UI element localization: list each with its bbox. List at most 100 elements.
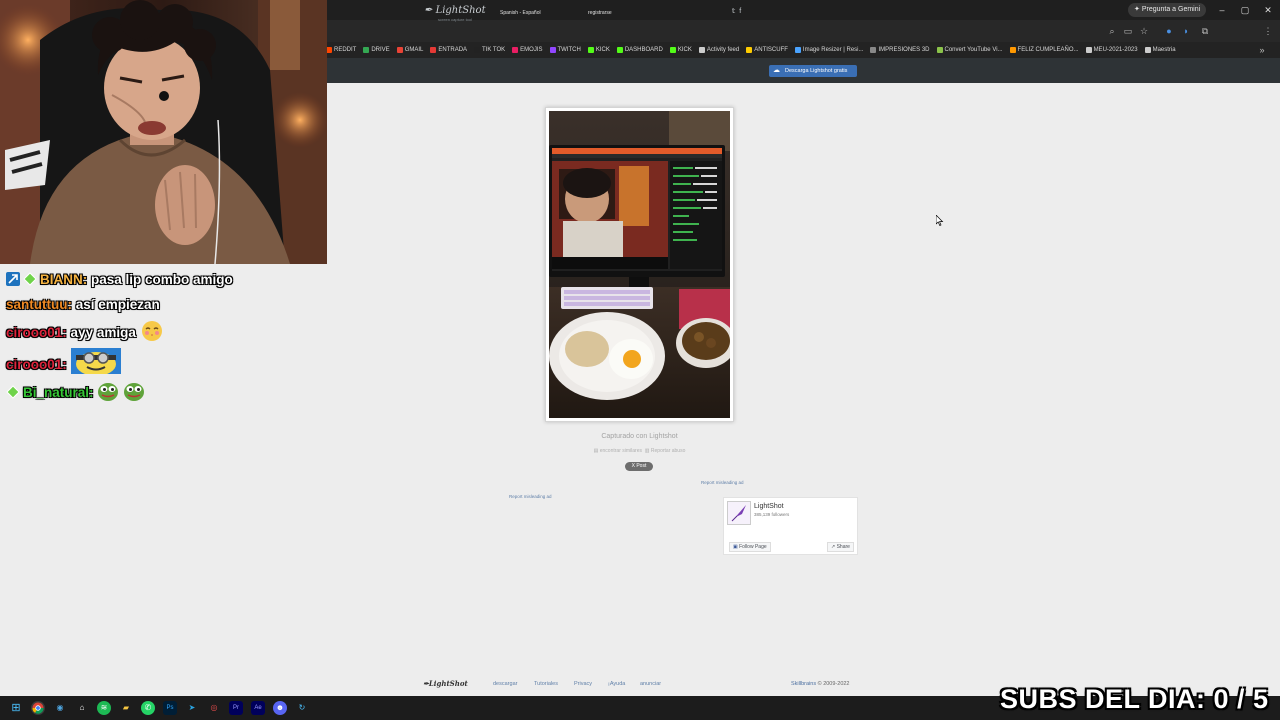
file-explorer-icon[interactable]: ▰ [119,701,133,715]
gemini-button[interactable]: ✦ Pregunta a Gemini [1128,3,1207,17]
cloud-download-icon: ☁ [773,67,780,74]
bookmark-item[interactable]: KICK [587,42,610,58]
extensions-puzzle-icon[interactable]: ⧉ [1199,25,1211,37]
obs-icon[interactable]: ◎ [207,701,221,715]
chat-message: cirooo01: [6,348,326,374]
premiere-icon[interactable]: Pr [229,701,243,715]
footer-link-help[interactable]: ¡Ayuda [608,681,625,687]
discord-icon[interactable]: ☻ [273,701,287,715]
bookmark-item[interactable]: ENTRADA [430,42,467,58]
bookmark-label: DRIVE [371,47,390,53]
audio-extension-icon[interactable]: ◗ [1180,25,1192,37]
footer-copyright: Skillbrains © 2009-2022 [791,681,850,687]
bookmark-item[interactable]: TWITCH [549,42,581,58]
bookmark-label: TWITCH [557,47,581,53]
bookmark-label: KICK [595,47,610,53]
taskview-icon[interactable]: ⌂ [75,701,89,715]
pepe-emote-icon [124,383,145,401]
maximize-button[interactable]: ▢ [1237,3,1253,17]
bookmark-item[interactable]: FELIZ CUMPLEAÑO... [1009,42,1079,58]
chat-username[interactable]: cirooo01 [6,325,62,340]
bookmark-favicon-icon [1085,47,1092,53]
minion-emote-icon [70,348,121,374]
language-select[interactable]: Spanish - Español [500,10,541,16]
fb-follow-label: Follow Page [739,544,767,550]
footer-link-download[interactable]: descargar [493,681,517,687]
fb-share-button[interactable]: ↗ Share [827,542,854,552]
bookmark-item[interactable]: Maestria [1144,42,1176,58]
telegram-icon[interactable]: ➤ [185,701,199,715]
bookmark-favicon-icon [698,47,705,53]
register-link[interactable]: registrarse [588,10,612,16]
chrome-icon[interactable] [31,701,45,715]
bookmark-label: ENTRADA [438,47,468,53]
bookmark-item[interactable]: Image Resizer | Resi... [794,42,864,58]
kissing-face-emote-icon [141,321,162,341]
bookmark-item[interactable]: Activity feed [698,42,739,58]
bookmark-star-icon[interactable]: ☆ [1138,25,1150,37]
install-app-icon[interactable]: ▭ [1122,25,1134,37]
footer-logo[interactable]: ✒LightShot [423,679,468,688]
download-button[interactable]: ☁ Descarga Lightshot gratis [769,65,857,77]
windows-start-icon[interactable]: ⊞ [9,701,23,715]
whatsapp-icon[interactable]: ✆ [141,701,155,715]
prime-badge-icon [6,272,20,286]
bookmarks-overflow-icon[interactable]: » [1256,44,1268,56]
webcam-overlay [0,0,327,264]
bookmark-item[interactable]: GMAIL [396,42,423,58]
bookmark-item[interactable]: ANTISCUFF [746,42,788,58]
find-similar-link[interactable]: encontrar similares [600,448,642,454]
after-effects-icon[interactable]: Ae [251,701,265,715]
footer-link-privacy[interactable]: Privacy [574,681,592,687]
bookmark-item[interactable]: MEU-2021-2023 [1085,42,1138,58]
chat-message: santuttuu: así empiezan [6,297,160,312]
bookmark-label: EMOJIS [520,47,543,53]
x-post-button[interactable]: X Post [625,462,653,471]
lightshot-logo[interactable]: ✒ LightShot [424,5,486,16]
spotify-icon[interactable]: ≋ [97,701,111,715]
fb-follow-button[interactable]: ▣ Follow Page [729,542,771,552]
share-icon: ↗ [831,544,836,550]
bookmark-label: DASHBOARD [624,47,663,53]
bookmark-item[interactable]: TIK TOK [474,42,505,58]
footer-link-advertise[interactable]: anunciar [640,681,661,687]
bookmark-item[interactable]: DASHBOARD [616,42,663,58]
chat-username[interactable]: BIANN [40,272,83,287]
skillbrains-link[interactable]: Skillbrains [791,681,816,687]
chat-username[interactable]: Bi_natural [23,385,89,400]
bookmark-item[interactable]: Convert YouTube Vi... [936,42,1003,58]
chat-username[interactable]: santuttuu [6,297,68,312]
facebook-icon[interactable]: f [739,8,745,15]
photoshop-icon[interactable]: Ps [163,701,177,715]
screenshot-image[interactable] [549,111,736,418]
footer-logo-text: LightShot [428,679,468,688]
lightshot-tagline: screen capture tool [438,17,473,22]
extension-icon[interactable]: ● [1163,25,1175,37]
report-ad-link-left[interactable]: Report misleading ad [509,494,552,499]
menu-kebab-icon[interactable]: ⋮ [1262,25,1274,37]
report-ad-link-right[interactable]: Report misleading ad [701,480,744,485]
zoom-icon[interactable]: ⌕ [1106,25,1118,37]
chat-username[interactable]: cirooo01 [6,357,62,372]
minimize-button[interactable]: – [1214,3,1230,17]
report-abuse-link[interactable]: Reportar abuso [651,448,685,454]
bookmark-item[interactable]: EMOJIS [512,42,543,58]
edge-icon[interactable]: ◉ [53,701,67,715]
bookmark-item[interactable]: DRIVE [363,42,390,58]
bookmark-favicon-icon [746,47,753,53]
fb-page-name[interactable]: LightShot [754,503,784,510]
bookmark-label: REDDIT [334,47,357,53]
bookmark-favicon-icon [549,47,556,53]
lightshot-feather-icon[interactable] [727,501,751,525]
report-abuse-icon: ▥ [644,448,650,454]
close-button[interactable]: ✕ [1260,3,1276,17]
bookmark-item[interactable]: IMPRESIONES 3D [870,42,930,58]
footer-link-tutorials[interactable]: Tutoriales [534,681,558,687]
bookmark-favicon-icon [616,47,623,53]
social-links: 𝕥f [732,7,745,15]
app-icon[interactable]: ↻ [295,701,309,715]
bookmark-label: Image Resizer | Resi... [802,47,864,53]
bookmark-item[interactable]: REDDIT [326,42,356,58]
gemini-label: Pregunta a Gemini [1141,6,1201,13]
bookmark-item[interactable]: KICK [669,42,692,58]
